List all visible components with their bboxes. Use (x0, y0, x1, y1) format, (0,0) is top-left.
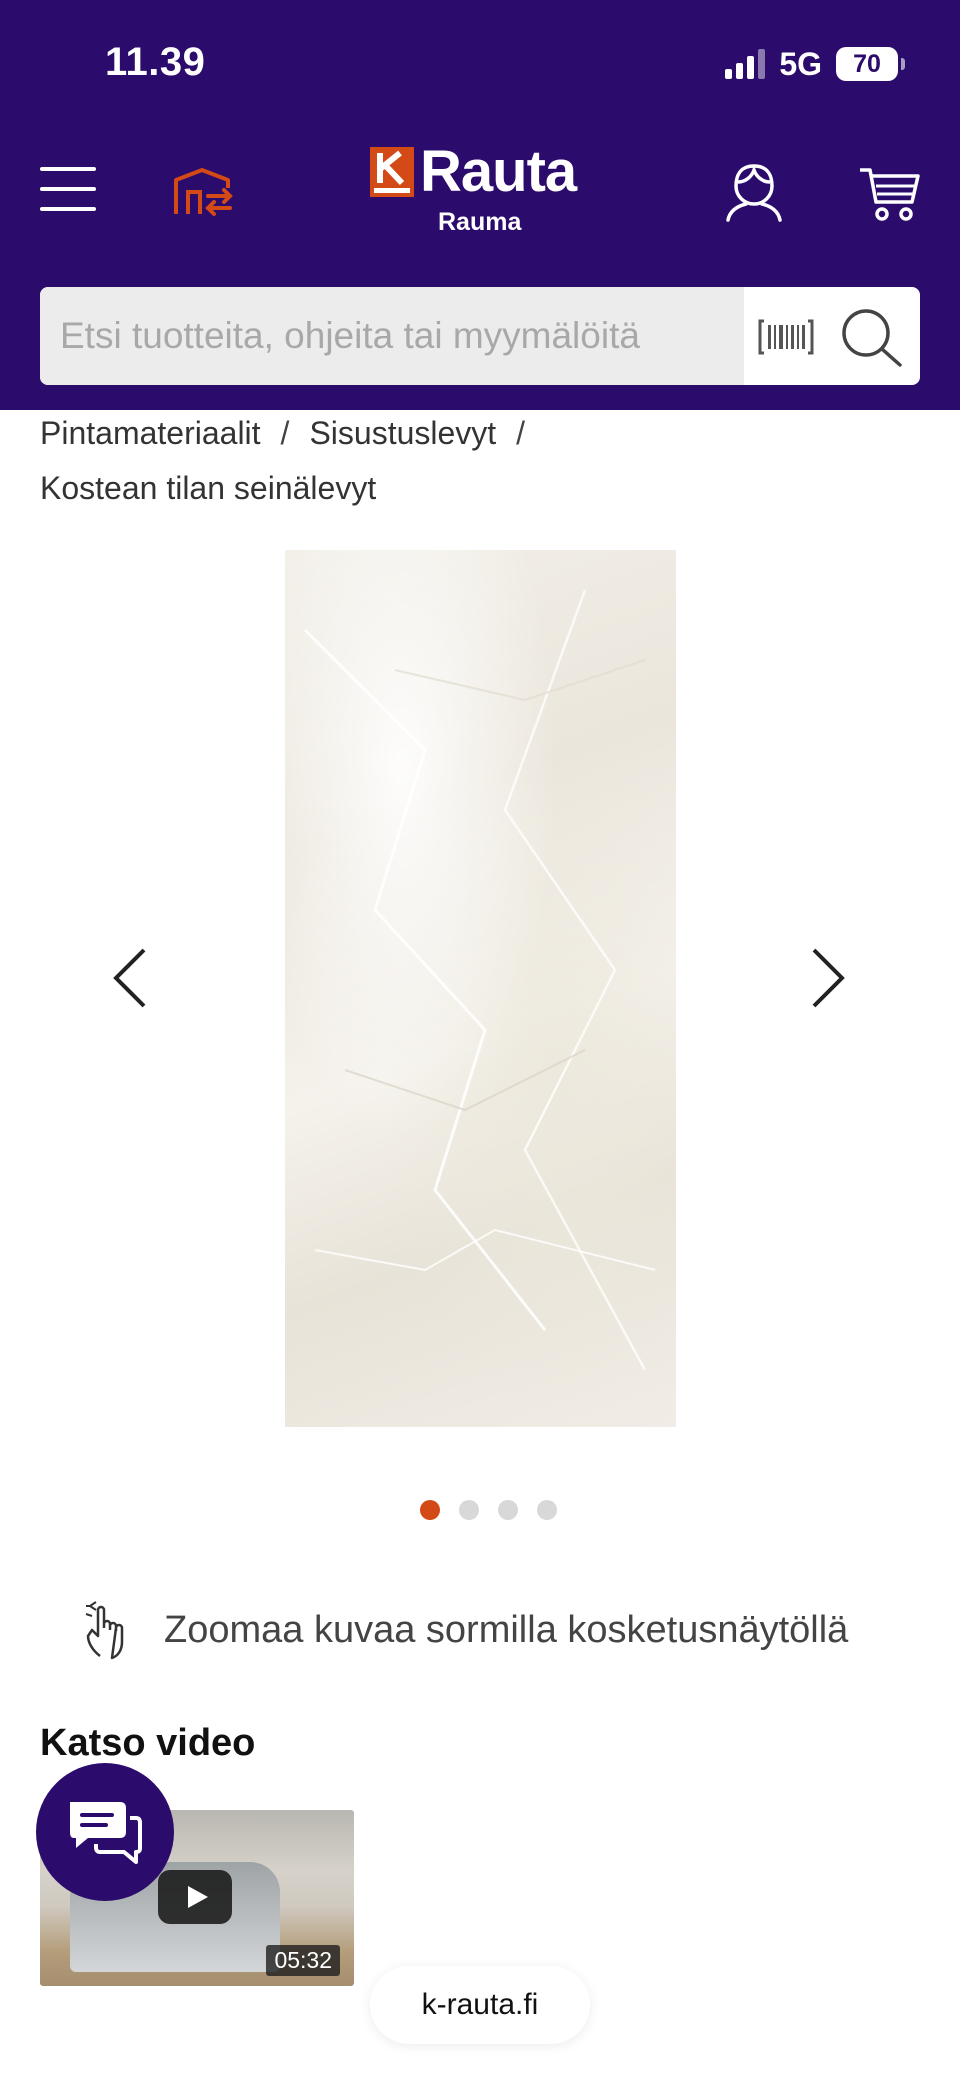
zoom-hint-text: Zoomaa kuvaa sormilla kosketusnäytöllä (164, 1608, 849, 1651)
chat-button[interactable] (36, 1763, 174, 1901)
barcode-scanner-icon[interactable] (758, 317, 814, 357)
search-bar (40, 287, 920, 385)
pinch-zoom-icon (82, 1600, 138, 1660)
search-icon[interactable] (840, 307, 904, 369)
product-image-carousel[interactable] (0, 550, 960, 1430)
chevron-left-icon[interactable] (110, 946, 150, 1010)
menu-button[interactable] (40, 167, 96, 211)
carousel-dot-3[interactable] (498, 1500, 518, 1520)
cart-icon[interactable] (858, 160, 922, 224)
chat-icon (70, 1802, 142, 1864)
brand-name: Rauta (420, 139, 577, 204)
breadcrumb-item-pintamateriaalit[interactable]: Pintamateriaalit (40, 415, 261, 451)
breadcrumb-separator: / (280, 415, 290, 451)
video-duration: 05:32 (266, 1945, 340, 1976)
breadcrumb-separator: / (516, 415, 526, 451)
k-rauta-logo[interactable]: Rauta Rauma (370, 142, 592, 242)
site-header: 11.39 5G 70 Rauta Rauma Etsi tuotteita, … (0, 0, 960, 410)
signal-icon (725, 49, 766, 79)
carousel-dot-4[interactable] (537, 1500, 557, 1520)
account-icon[interactable] (722, 160, 786, 224)
breadcrumb: Pintamateriaalit / Sisustuslevyt / Kostean … (40, 406, 920, 516)
carousel-pagination (420, 1500, 557, 1520)
product-image[interactable] (285, 550, 676, 1427)
network-type: 5G (779, 45, 822, 82)
chevron-right-icon[interactable] (808, 946, 848, 1010)
store-name: Rauma (438, 208, 522, 236)
battery-icon: 70 (836, 47, 905, 81)
carousel-dot-1[interactable] (420, 1500, 440, 1520)
status-indicators: 5G 70 (725, 45, 905, 82)
breadcrumb-item-sisustuslevyt[interactable]: Sisustuslevyt (309, 415, 496, 451)
carousel-dot-2[interactable] (459, 1500, 479, 1520)
video-section-heading: Katso video (40, 1722, 256, 1764)
store-switch-icon[interactable] (172, 164, 234, 218)
status-time: 11.39 (105, 40, 206, 84)
zoom-hint: Zoomaa kuvaa sormilla kosketusnäytöllä (82, 1600, 848, 1660)
search-input[interactable] (40, 287, 744, 385)
battery-level: 70 (853, 49, 881, 78)
breadcrumb-item-current[interactable]: Kostean tilan seinälevyt (40, 470, 376, 506)
browser-url-bar[interactable]: k-rauta.fi (370, 1966, 590, 2044)
play-icon[interactable] (158, 1870, 232, 1924)
k-logo-icon (370, 147, 414, 197)
